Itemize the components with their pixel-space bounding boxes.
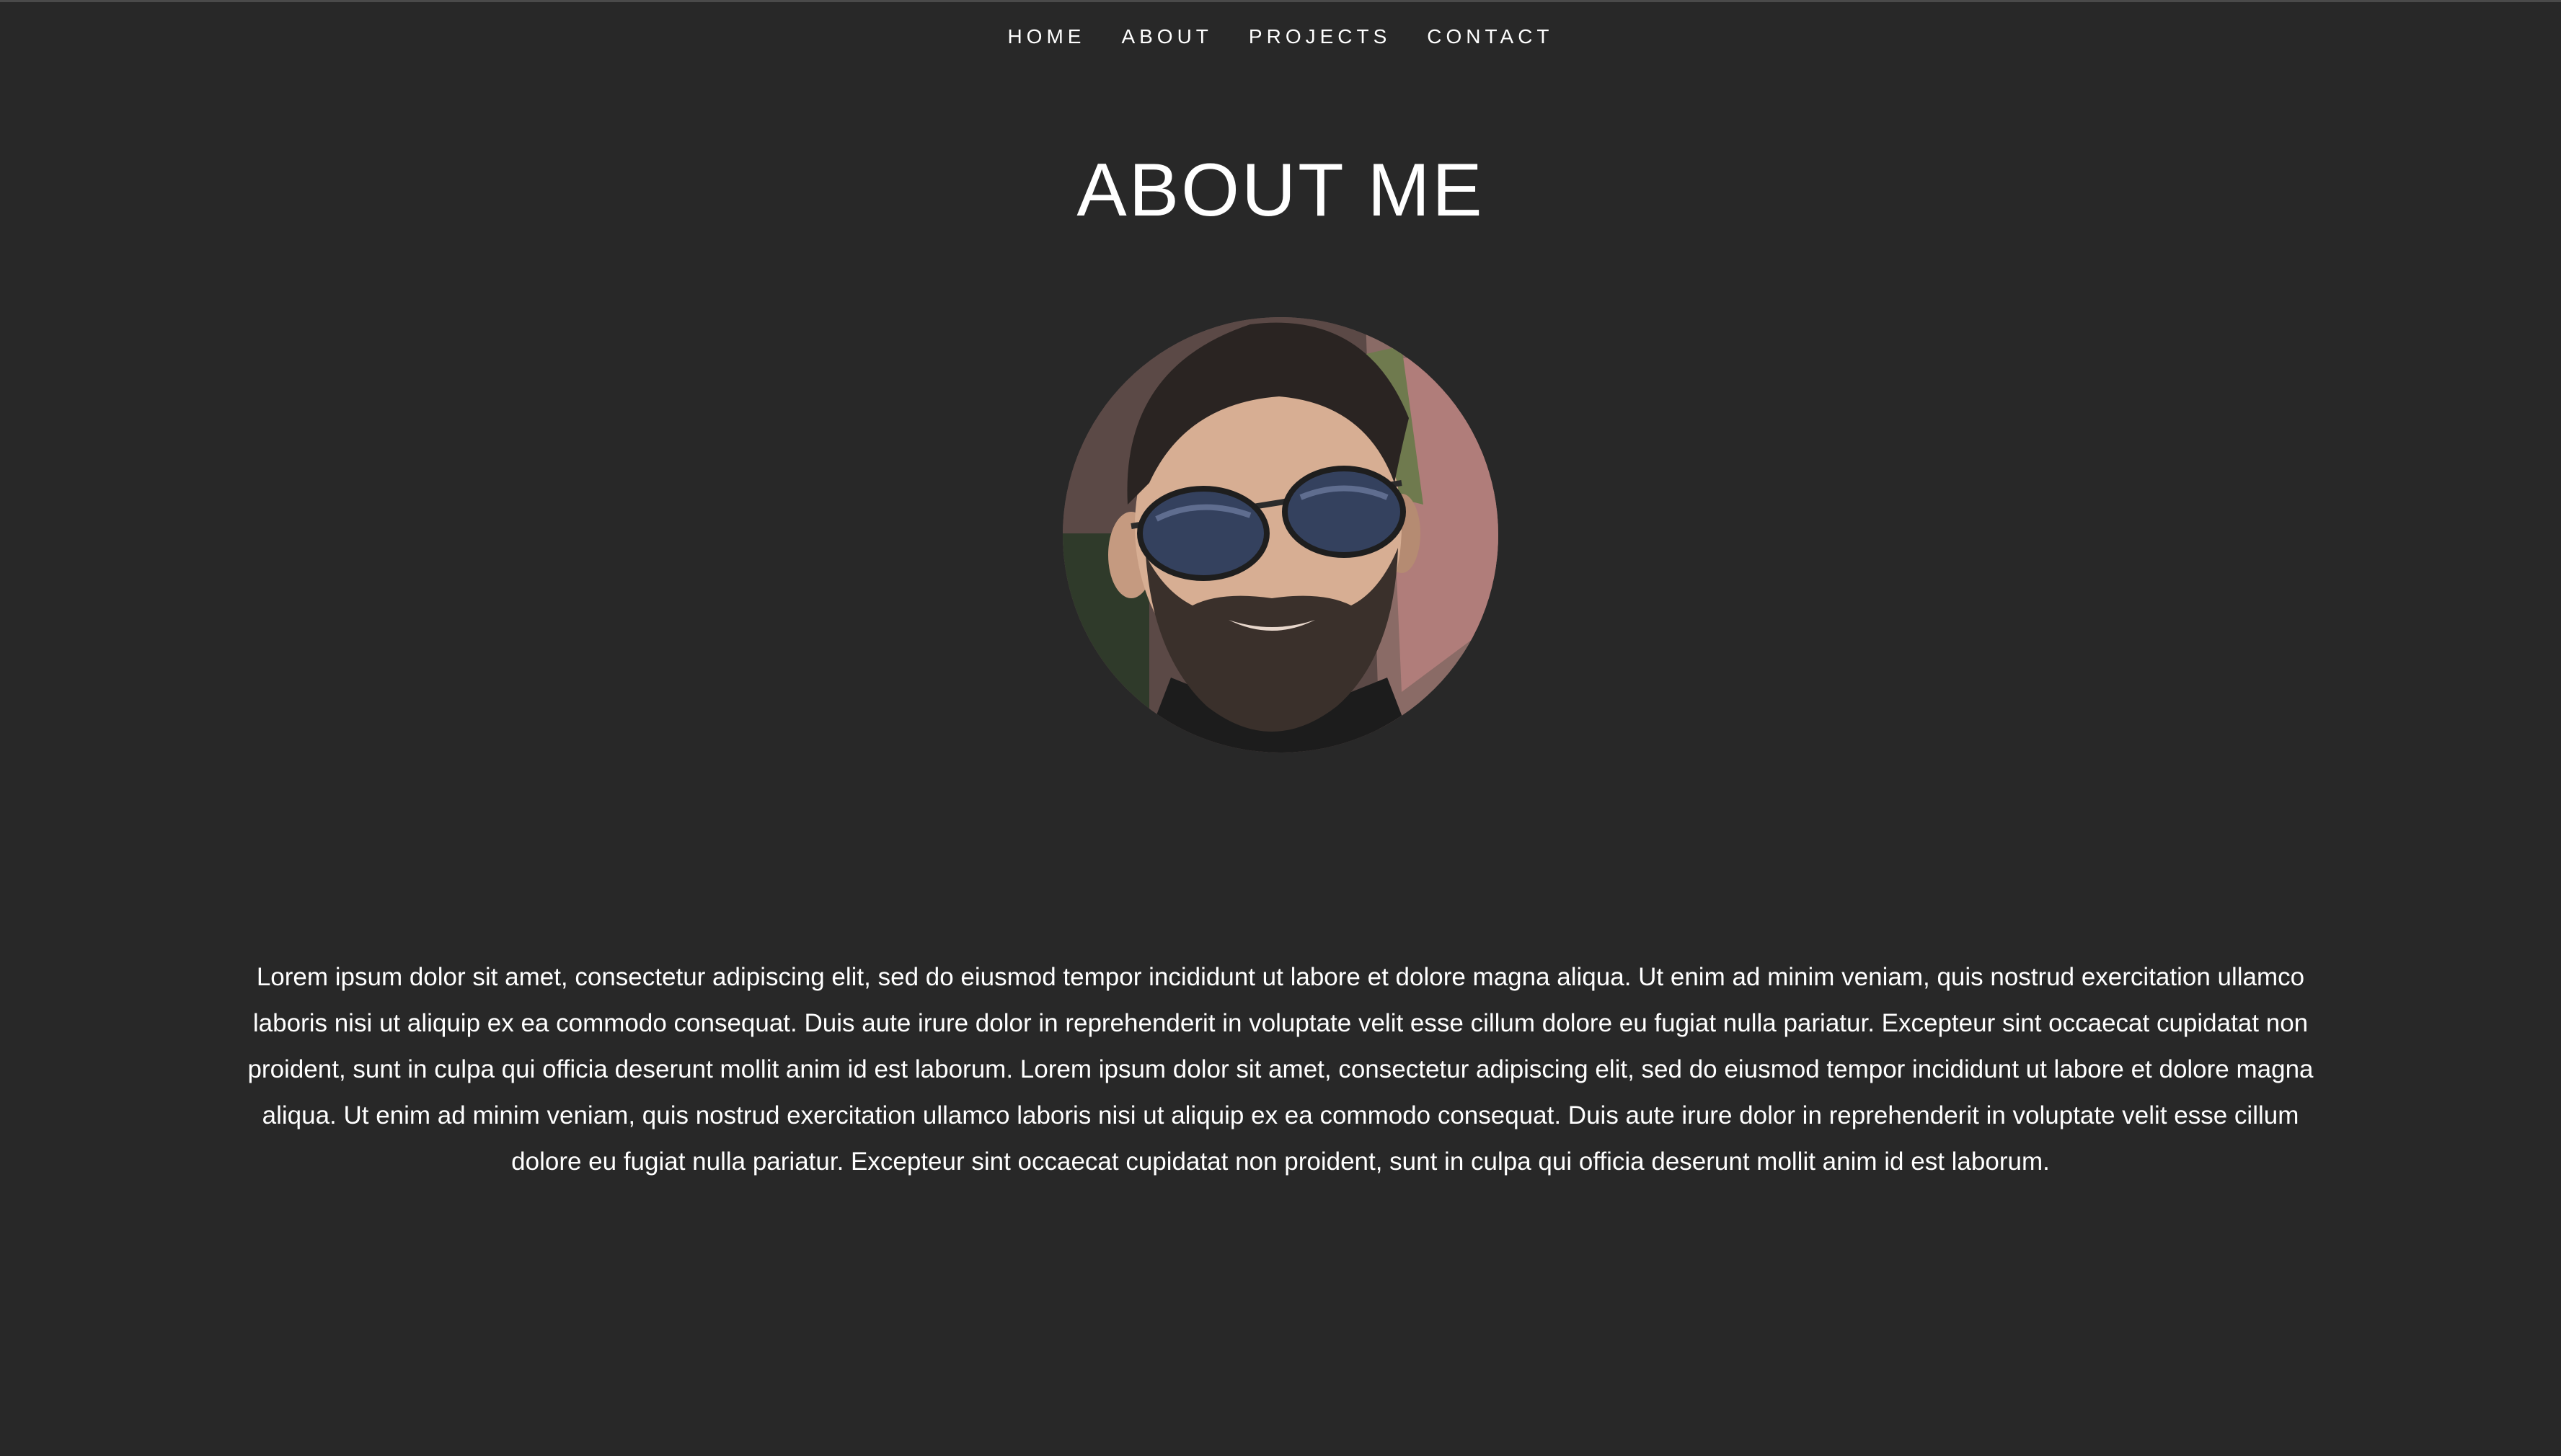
- nav-home-link[interactable]: HOME: [1007, 22, 1085, 51]
- nav-contact-link[interactable]: CONTACT: [1427, 22, 1553, 51]
- main-nav: HOME ABOUT PROJECTS CONTACT: [0, 22, 2561, 51]
- bio-paragraph: Lorem ipsum dolor sit amet, consectetur …: [247, 963, 2314, 1176]
- page-title: ABOUT ME: [1076, 148, 1485, 232]
- nav-projects-link[interactable]: PROJECTS: [1249, 22, 1391, 51]
- profile-photo: [1063, 317, 1498, 753]
- nav-about-link[interactable]: ABOUT: [1121, 22, 1212, 51]
- avatar: [1063, 317, 1498, 753]
